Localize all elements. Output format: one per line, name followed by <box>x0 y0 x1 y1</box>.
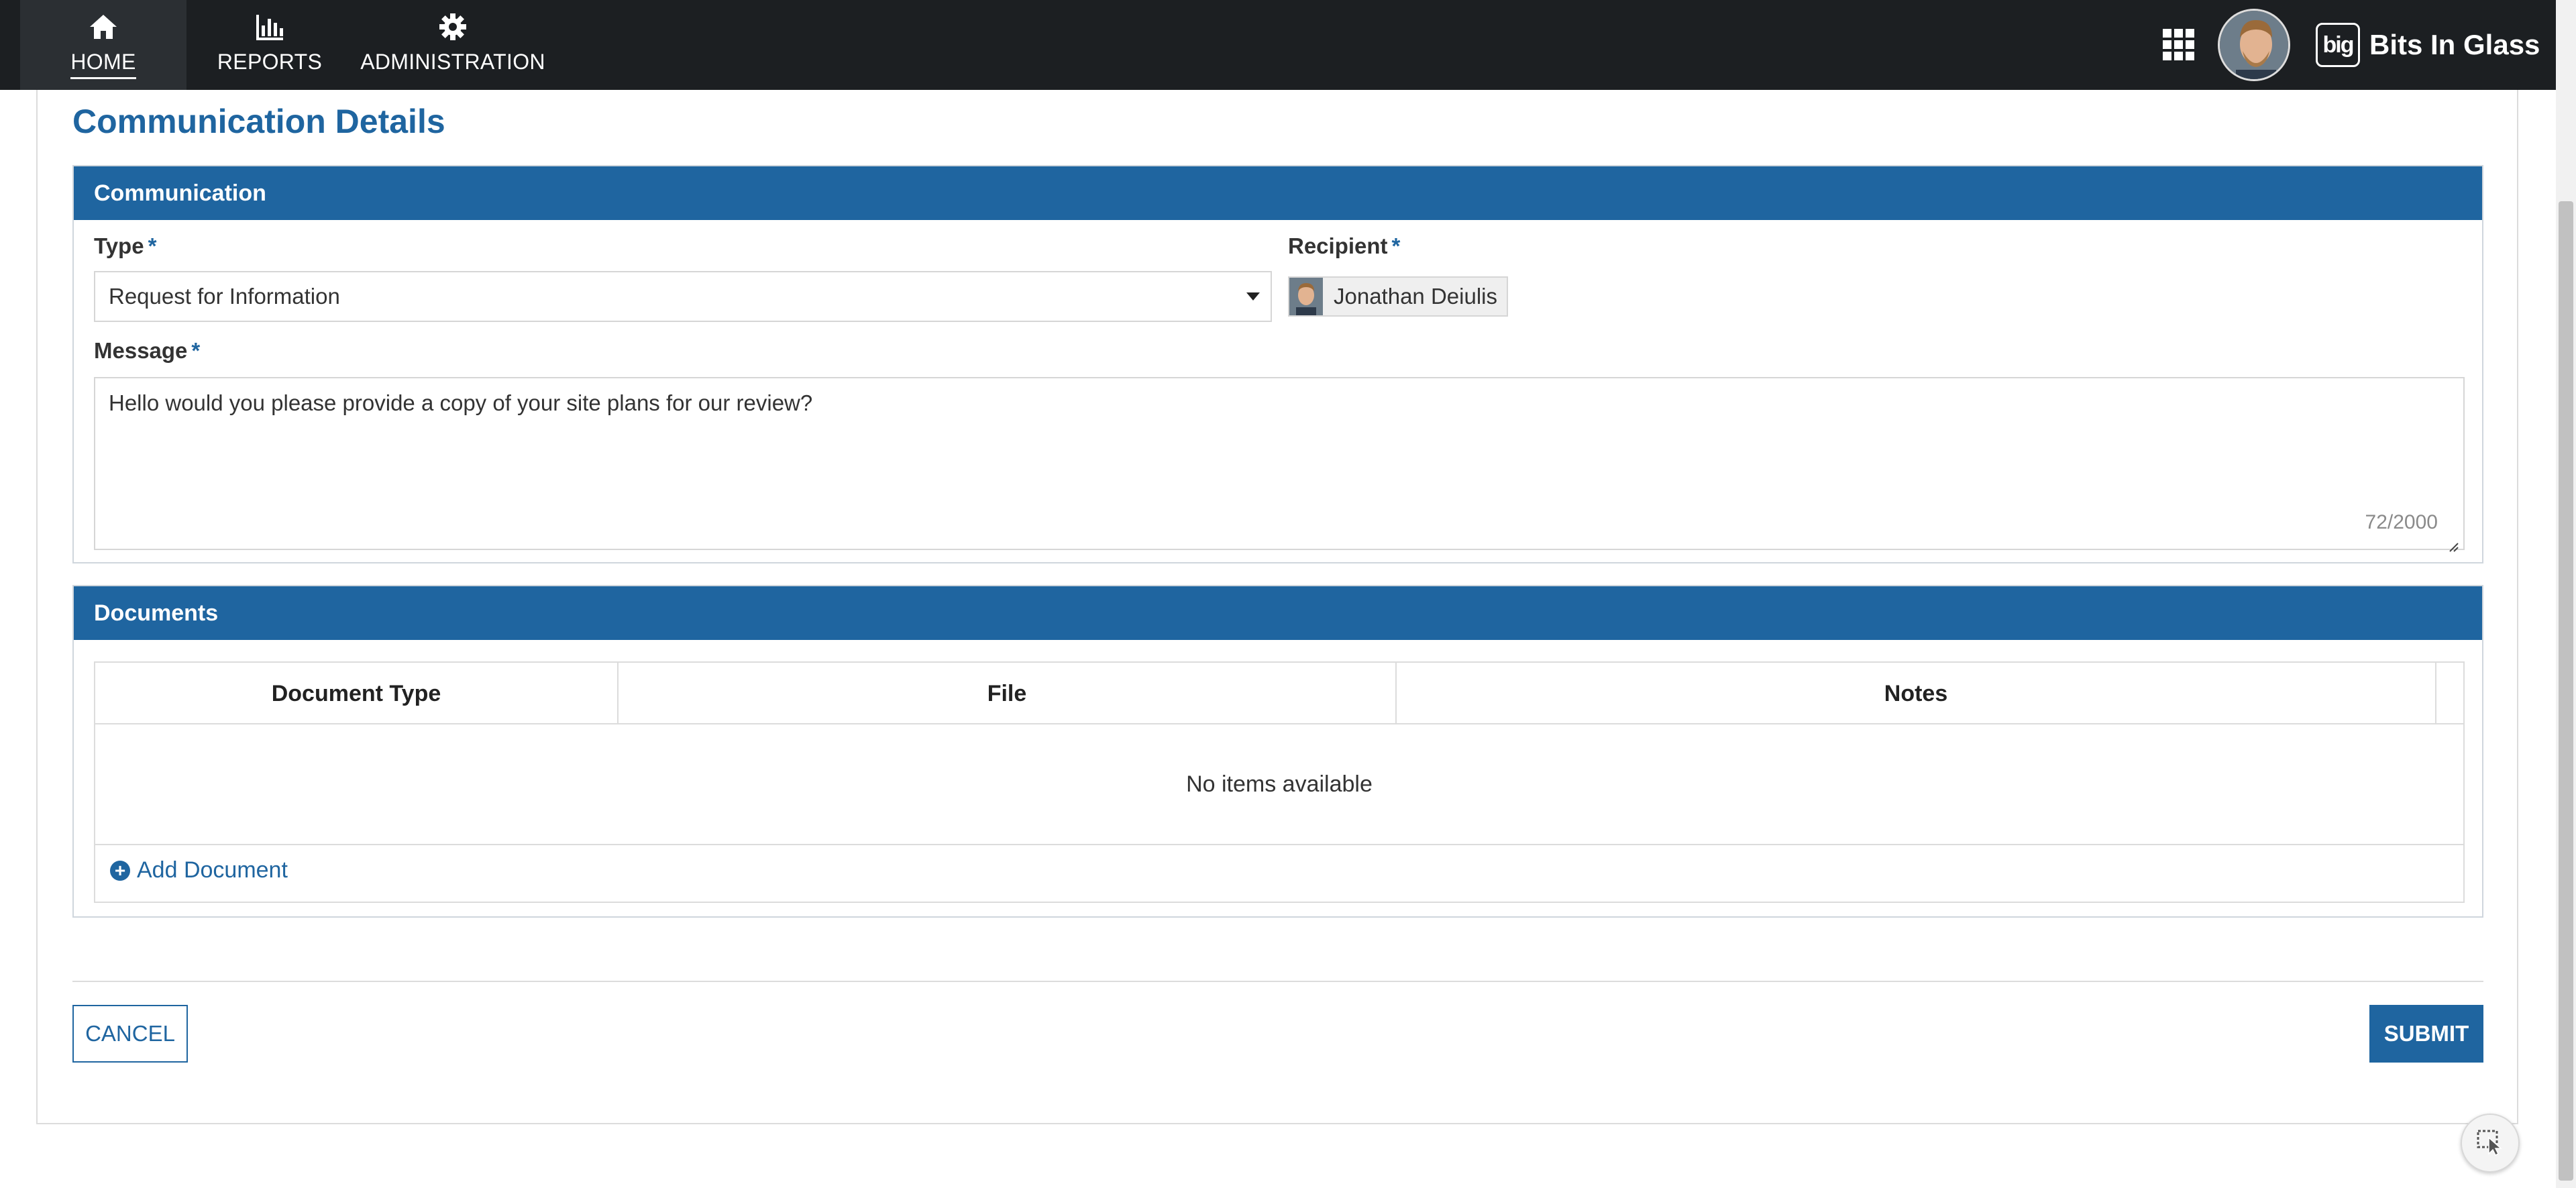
home-icon <box>89 11 118 43</box>
cursor-assist-button[interactable] <box>2461 1114 2520 1173</box>
scrollbar-thumb[interactable] <box>2559 201 2573 1181</box>
recipient-name: Jonathan Deiulis <box>1334 284 1497 309</box>
message-label-text: Message <box>94 338 188 363</box>
nav-label-home: HOME <box>70 50 136 79</box>
user-avatar[interactable] <box>2218 0 2293 90</box>
apps-grid-icon[interactable] <box>2161 0 2199 90</box>
nav-label-administration: ADMINISTRATION <box>360 50 545 74</box>
nav-item-home[interactable]: HOME <box>20 0 186 90</box>
column-header-document-type[interactable]: Document Type <box>95 663 619 724</box>
chevron-down-icon <box>1246 292 1260 301</box>
nav-label-reports: REPORTS <box>217 50 323 74</box>
type-label-text: Type <box>94 233 144 258</box>
column-header-file[interactable]: File <box>619 663 1397 724</box>
brand-logo-mark: big <box>2316 23 2360 67</box>
communication-panel: Communication Type * Request for Informat… <box>72 165 2483 563</box>
brand-name: Bits In Glass <box>2369 29 2540 60</box>
gear-icon <box>438 11 468 43</box>
documents-panel-header: Documents <box>74 586 2482 640</box>
cursor-select-icon <box>2475 1127 2505 1160</box>
brand-logo: big Bits In Glass <box>2316 0 2544 90</box>
character-count: 72/2000 <box>2365 511 2438 533</box>
documents-table: Document Type File Notes No items availa… <box>94 661 2465 903</box>
plus-circle-icon: + <box>110 860 130 881</box>
page-title: Communication Details <box>72 103 445 140</box>
column-header-notes[interactable]: Notes <box>1397 663 2436 724</box>
bar-chart-icon <box>255 11 284 43</box>
message-text: Hello would you please provide a copy of… <box>109 390 813 415</box>
recipient-label: Recipient * <box>1288 233 1400 259</box>
required-marker: * <box>148 233 157 258</box>
resize-handle-icon[interactable] <box>2447 533 2459 552</box>
required-marker: * <box>1391 233 1401 258</box>
required-marker: * <box>191 338 201 363</box>
message-textarea[interactable]: Hello would you please provide a copy of… <box>94 377 2465 552</box>
recipient-chip[interactable]: Jonathan Deiulis <box>1288 276 1508 317</box>
recipient-label-text: Recipient <box>1288 233 1388 258</box>
column-header-actions <box>2436 663 2463 724</box>
add-document-label: Add Document <box>137 857 288 883</box>
top-navbar: HOME REPORTS ADMINISTRATION big Bits In … <box>0 0 2576 90</box>
type-label: Type * <box>94 233 156 259</box>
recipient-avatar <box>1289 278 1323 315</box>
type-select-value: Request for Information <box>109 284 340 309</box>
nav-item-reports[interactable]: REPORTS <box>216 0 323 90</box>
communication-panel-header: Communication <box>74 166 2482 220</box>
documents-panel: Documents Document Type File Notes No it… <box>72 585 2483 918</box>
add-document-link[interactable]: + Add Document <box>110 857 288 883</box>
submit-button[interactable]: SUBMIT <box>2369 1005 2483 1063</box>
actions-divider <box>72 981 2483 982</box>
cancel-button[interactable]: CANCEL <box>72 1005 188 1063</box>
nav-item-administration[interactable]: ADMINISTRATION <box>360 0 545 90</box>
empty-table-message: No items available <box>95 724 2463 845</box>
message-label: Message * <box>94 338 200 364</box>
type-select[interactable]: Request for Information <box>94 271 1272 322</box>
documents-table-header: Document Type File Notes <box>95 663 2463 724</box>
